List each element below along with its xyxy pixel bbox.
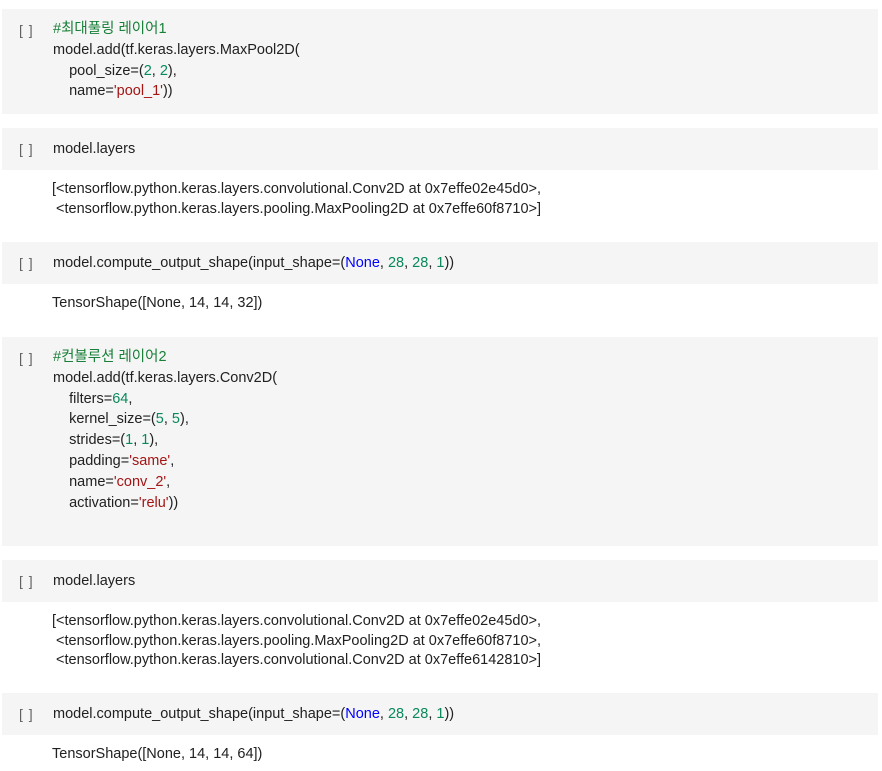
code-text: ), [167, 62, 177, 79]
code-text: filters= [53, 390, 113, 407]
code-text: , [166, 473, 171, 490]
code-text: model.layers [53, 141, 136, 157]
code-cell-output-shape[interactable]: [ ] model.compute_output_shape(input_sha… [2, 693, 878, 735]
run-cell-button[interactable]: [ ] [19, 255, 34, 271]
code-comment: #컨볼루션 레이어2 [53, 349, 167, 365]
code-comment: #최대풀링 레이어1 [53, 21, 167, 37]
cell-output: [<tensorflow.python.keras.layers.convolu… [52, 612, 882, 671]
code-text: activation= [53, 494, 139, 511]
code-text: ), [179, 411, 189, 428]
code-text: , [404, 706, 413, 722]
code-editor[interactable]: model.layers [53, 571, 135, 592]
code-text: model.add(tf.keras.layers.MaxPool2D( [53, 41, 300, 58]
run-cell-button[interactable]: [ ] [19, 706, 34, 722]
code-number: 2 [143, 62, 152, 79]
code-text: ), [149, 432, 159, 449]
code-number: 28 [412, 255, 429, 271]
code-string: 'pool_1' [113, 83, 163, 100]
cell-output: TensorShape([None, 14, 14, 32]) [52, 294, 882, 314]
run-cell-button[interactable]: [ ] [19, 350, 34, 366]
code-text: , [128, 390, 133, 407]
output-line: <tensorflow.python.keras.layers.pooling.… [52, 200, 542, 217]
cell-output: TensorShape([None, 14, 14, 64]) [52, 745, 882, 765]
output-line: <tensorflow.python.keras.layers.pooling.… [52, 632, 542, 649]
code-number: 5 [155, 411, 164, 428]
output-line: [<tensorflow.python.keras.layers.convolu… [52, 613, 542, 629]
output-line: TensorShape([None, 14, 14, 32]) [52, 295, 263, 311]
code-text: , [379, 255, 388, 271]
run-cell-button[interactable]: [ ] [19, 22, 34, 38]
code-editor[interactable]: model.compute_output_shape(input_shape=(… [53, 253, 454, 274]
code-text: padding= [53, 452, 130, 469]
code-number: 2 [159, 62, 168, 79]
code-number: 64 [112, 390, 129, 407]
code-string: 'same' [129, 452, 171, 469]
code-keyword: None [345, 255, 380, 271]
code-number: 28 [412, 706, 429, 722]
cell-output: [<tensorflow.python.keras.layers.convolu… [52, 180, 882, 219]
code-keyword: None [345, 706, 380, 722]
code-text: model.compute_output_shape(input_shape=( [53, 706, 346, 722]
code-cell-layers[interactable]: [ ] model.layers [2, 128, 878, 170]
code-cell-layers[interactable]: [ ] model.layers [2, 560, 878, 602]
code-text: kernel_size=( [53, 411, 156, 428]
code-text: )) [168, 494, 179, 511]
code-cell-conv2d[interactable]: [ ] #컨볼루션 레이어2 model.add(tf.keras.layers… [2, 337, 878, 546]
code-number: 28 [387, 255, 405, 271]
code-text: model.layers [53, 573, 136, 589]
code-text: model.compute_output_shape(input_shape=( [53, 255, 346, 271]
code-number: 1 [125, 432, 134, 449]
code-text: , [379, 706, 388, 722]
code-number: 5 [171, 411, 180, 428]
code-cell-maxpool[interactable]: [ ] #최대풀링 레이어1 model.add(tf.keras.layers… [2, 9, 878, 114]
output-line: TensorShape([None, 14, 14, 64]) [52, 746, 263, 762]
run-cell-button[interactable]: [ ] [19, 573, 34, 589]
code-editor[interactable]: #최대풀링 레이어1 model.add(tf.keras.layers.Max… [53, 19, 300, 102]
code-editor[interactable]: model.compute_output_shape(input_shape=(… [53, 704, 454, 725]
code-editor[interactable]: #컨볼루션 레이어2 model.add(tf.keras.layers.Con… [53, 347, 277, 513]
code-string: 'conv_2' [113, 473, 167, 490]
code-text: name= [53, 473, 114, 490]
run-cell-button[interactable]: [ ] [19, 141, 34, 157]
output-line: <tensorflow.python.keras.layers.convolut… [52, 652, 542, 668]
code-text: , [151, 62, 160, 79]
code-text: , [170, 452, 175, 469]
code-text: )) [444, 255, 455, 271]
code-text: , [404, 255, 413, 271]
code-text: )) [444, 706, 455, 722]
code-text: model.add(tf.keras.layers.Conv2D( [53, 369, 278, 386]
code-cell-output-shape[interactable]: [ ] model.compute_output_shape(input_sha… [2, 242, 878, 284]
code-text: name= [53, 83, 114, 100]
code-text: strides=( [53, 432, 126, 449]
code-number: 28 [387, 706, 405, 722]
code-text: pool_size=( [53, 62, 144, 79]
code-text: , [163, 411, 172, 428]
output-line: [<tensorflow.python.keras.layers.convolu… [52, 181, 542, 197]
code-string: 'relu' [138, 494, 169, 511]
code-editor[interactable]: model.layers [53, 139, 135, 160]
code-text: )) [162, 83, 173, 100]
